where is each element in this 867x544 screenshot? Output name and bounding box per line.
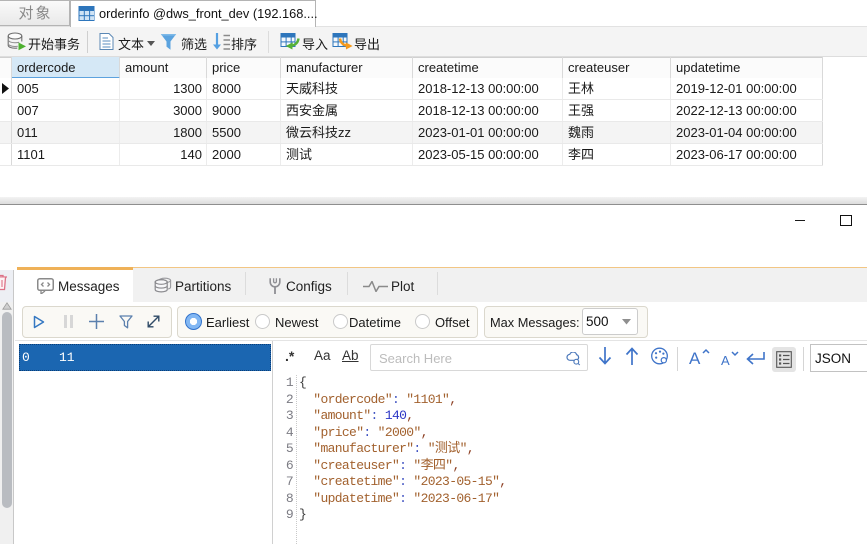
- svg-text:A: A: [721, 353, 730, 367]
- svg-text:A: A: [689, 349, 701, 367]
